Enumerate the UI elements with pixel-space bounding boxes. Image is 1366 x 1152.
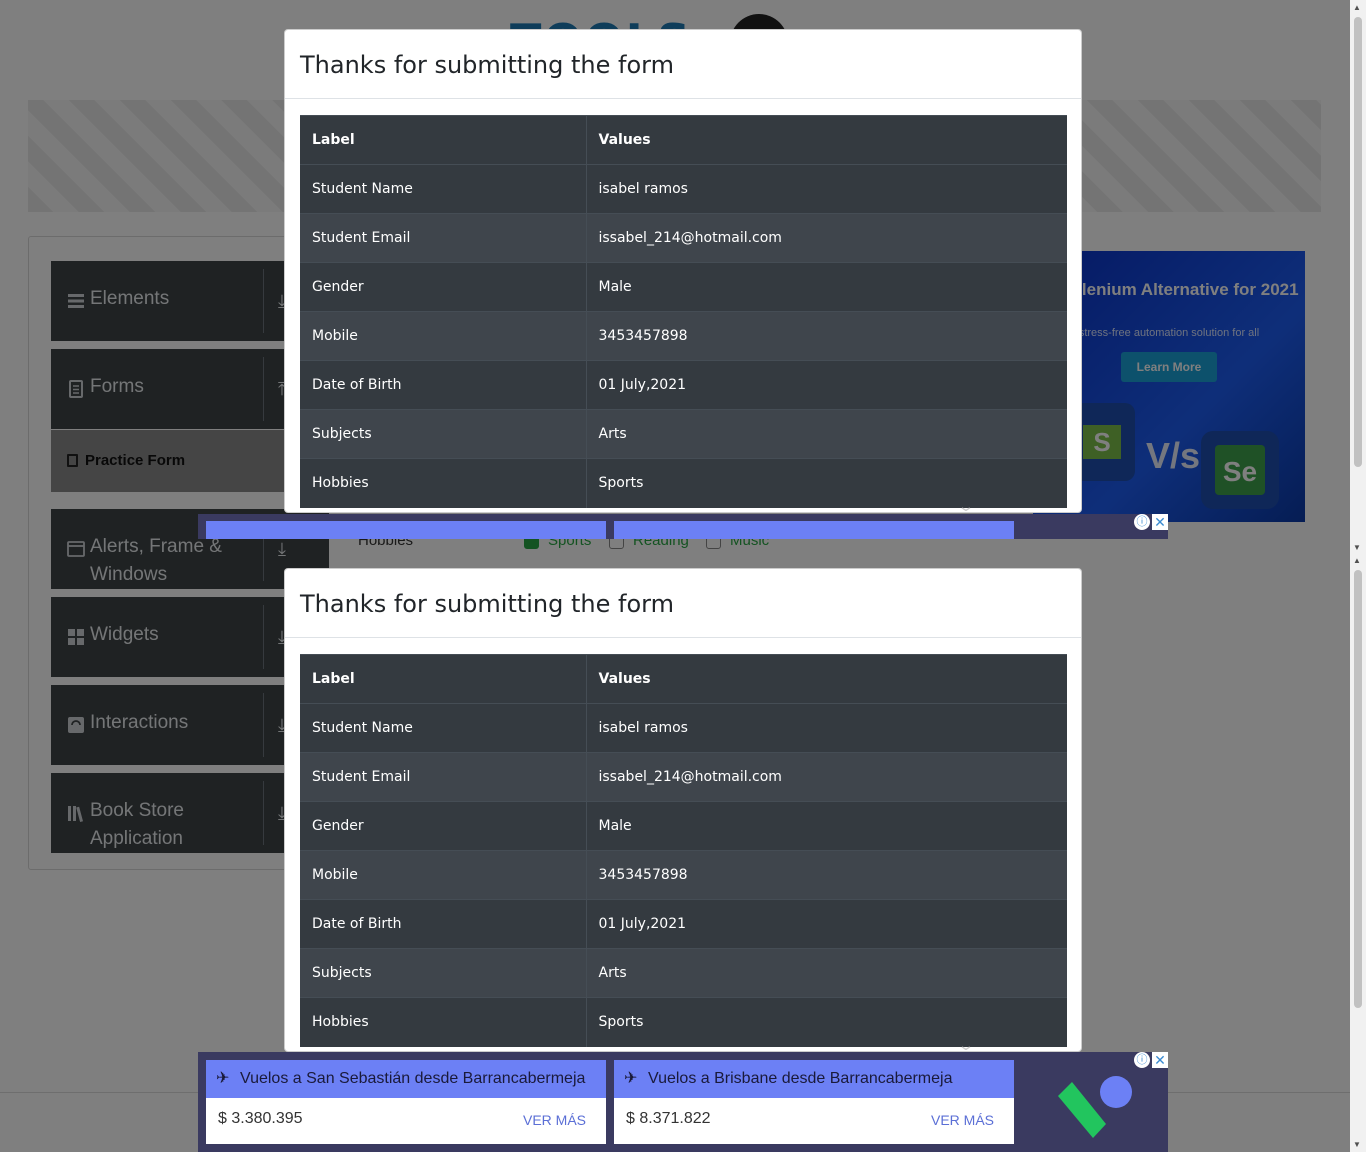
submission-modal-upper: Thanks for submitting the form Label Val… [284,29,1082,513]
ad-card-partial [206,521,606,539]
row-label: Mobile [300,311,587,361]
modal-body: Label Values Student Name isabel ramos St… [300,654,1067,1047]
table-row: Mobile 3453457898 [300,850,1067,900]
scrollbar-thumb[interactable] [1354,17,1362,467]
column-header-label: Label [300,115,587,165]
row-value: Sports [586,997,1067,1047]
row-label: Student Email [300,213,587,263]
scroll-down-icon[interactable]: ▼ [1353,543,1361,552]
table-row: Student Email issabel_214@hotmail.com [300,752,1067,802]
row-label: Hobbies [300,997,587,1047]
ad-card-flight-1[interactable]: ✈ Vuelos a San Sebastián desde Barrancab… [206,1060,606,1144]
row-value: 3453457898 [586,311,1067,361]
modal-body: Label Values Student Name isabel ramos St… [300,115,1067,508]
modal-header: Thanks for submitting the form [285,30,1081,99]
heart-logo-icon [1058,1076,1132,1138]
ad-card-price: $ 8.371.822 [626,1110,711,1127]
row-value: issabel_214@hotmail.com [586,213,1067,263]
table-row: Hobbies Sports [300,458,1067,508]
row-label: Date of Birth [300,360,587,410]
row-value: 01 July,2021 [586,899,1067,949]
ad-controls[interactable]: ⓘ ✕ [1134,1052,1168,1068]
row-label: Hobbies [300,458,587,508]
table-row: Gender Male [300,801,1067,851]
row-value: 3453457898 [586,850,1067,900]
row-label: Subjects [300,948,587,998]
row-label: Subjects [300,409,587,459]
ad-card-title-text: Vuelos a Brisbane desde Barrancabermeja [648,1070,953,1087]
ver-mas-link[interactable]: VER MÁS [931,1112,994,1128]
row-value: Arts [586,409,1067,459]
ad-close-icon[interactable]: ✕ [1152,1052,1168,1068]
column-header-label: Label [300,654,587,704]
table-row: Student Email issabel_214@hotmail.com [300,213,1067,263]
ad-bar-partial: ⓘ ✕ [198,514,1168,539]
scroll-up-icon[interactable]: ▲ [1353,556,1361,565]
table-row: Mobile 3453457898 [300,311,1067,361]
row-value: 01 July,2021 [586,360,1067,410]
row-value: isabel ramos [586,164,1067,214]
scroll-down-icon[interactable]: ▼ [1353,1140,1361,1149]
table-row: Date of Birth 01 July,2021 [300,899,1067,949]
table-row: Subjects Arts [300,948,1067,998]
table-row: Student Name isabel ramos [300,703,1067,753]
row-label: Student Name [300,164,587,214]
submission-modal: Thanks for submitting the form Label Val… [284,568,1082,1052]
row-label: Student Name [300,703,587,753]
row-value: Arts [586,948,1067,998]
column-header-values: Values [586,654,1067,704]
results-table: Label Values Student Name isabel ramos St… [300,115,1067,508]
table-row: Date of Birth 01 July,2021 [300,360,1067,410]
column-header-values: Values [586,115,1067,165]
row-label: Date of Birth [300,899,587,949]
scrollbar-thumb[interactable] [1354,570,1362,1008]
table-row: Gender Male [300,262,1067,312]
ad-card-title: ✈ Vuelos a Brisbane desde Barrancabermej… [614,1060,1014,1098]
modal-title: Thanks for submitting the form [300,590,674,618]
chevron-down-icon: ⌄ [957,498,975,513]
table-row: Subjects Arts [300,409,1067,459]
ad-card-flight-2[interactable]: ✈ Vuelos a Brisbane desde Barrancabermej… [614,1060,1014,1144]
row-label: Gender [300,801,587,851]
scroll-up-icon[interactable]: ▲ [1353,3,1361,12]
table-row: Hobbies Sports [300,997,1067,1047]
table-row: Student Name isabel ramos [300,164,1067,214]
row-value: issabel_214@hotmail.com [586,752,1067,802]
ad-info-icon[interactable]: ⓘ [1134,514,1150,530]
ad-card-title: ✈ Vuelos a San Sebastián desde Barrancab… [206,1060,606,1098]
row-value: isabel ramos [586,703,1067,753]
modal-header: Thanks for submitting the form [285,569,1081,638]
row-value: Male [586,262,1067,312]
ad-close-icon[interactable]: ✕ [1152,514,1168,530]
table-header-row: Label Values [300,654,1067,704]
ad-controls-partial[interactable]: ⓘ ✕ [1134,514,1168,530]
chevron-down-icon: ⌄ [957,1037,975,1052]
ad-card-partial [614,521,1014,539]
modal-title: Thanks for submitting the form [300,51,674,79]
row-value: Male [586,801,1067,851]
results-table: Label Values Student Name isabel ramos St… [300,654,1067,1047]
page-scrollbar[interactable]: ▲ ▼ ▲ ▼ [1350,0,1366,1152]
ad-info-icon[interactable]: ⓘ [1134,1052,1150,1068]
row-label: Mobile [300,850,587,900]
row-value: Sports [586,458,1067,508]
ad-card-title-text: Vuelos a San Sebastián desde Barrancaber… [240,1070,586,1087]
bottom-ad-bar: ✈ Vuelos a San Sebastián desde Barrancab… [198,1052,1168,1152]
table-header-row: Label Values [300,115,1067,165]
airplane-icon: ✈ [624,1070,638,1087]
row-label: Student Email [300,752,587,802]
ad-card-price: $ 3.380.395 [218,1110,303,1127]
row-label: Gender [300,262,587,312]
airplane-icon: ✈ [216,1070,230,1087]
ver-mas-link[interactable]: VER MÁS [523,1112,586,1128]
